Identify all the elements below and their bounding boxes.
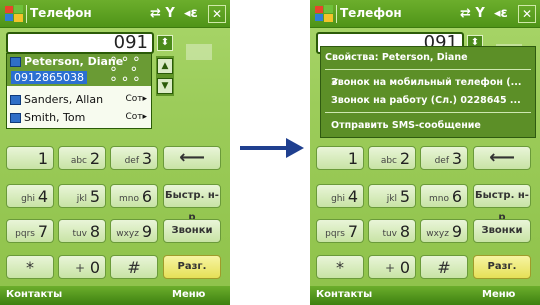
menu-separator [325,112,531,113]
phone-screen-left: Телефон ⇄ Y ◂ε ✕ 091 ⬍ Peterson, Diane 0… [0,0,230,305]
contact-number: 0912865038 [11,71,87,84]
key-0[interactable]: +0 [58,255,106,279]
windows-flag-icon[interactable] [3,3,25,25]
scroll-down-icon[interactable]: ▼ [157,78,173,94]
menu-softkey[interactable]: Меню [172,289,205,300]
contact-card-icon [10,95,21,105]
title-bar: Телефон ⇄ Y ◂ε ✕ [310,0,540,28]
key-1[interactable]: 1 [6,146,54,170]
title-bar: Телефон ⇄ Y ◂ε ✕ [0,0,230,28]
speed-dial-button[interactable]: Быстр. н-р [163,184,221,223]
calls-button[interactable]: Звонки [473,219,531,243]
volume-icon[interactable]: ◂ε [184,6,198,22]
app-title: Телефон [30,6,92,20]
key-9[interactable]: wxyz 9 [110,219,158,243]
signal-icon[interactable]: ⇄ Y [150,6,175,22]
key-6[interactable]: mno 6 [420,184,468,208]
background-decoration [186,44,212,60]
backspace-icon: ⟵ [179,147,205,168]
key-5[interactable]: jkl 5 [368,184,416,208]
right-arrow-head [286,138,304,158]
contact-name: Peterson, Diane [24,55,124,68]
contacts-softkey[interactable]: Контакты [6,289,62,300]
menu-item-properties[interactable]: Свойства: Peterson, Diane [321,50,535,66]
key-4[interactable]: ghi 4 [6,184,54,208]
number-field[interactable]: 091 [6,32,154,54]
volume-icon[interactable]: ◂ε [494,6,508,22]
contact-name: Sanders, Allan [24,93,104,106]
key-8[interactable]: tuv 8 [368,219,416,243]
key-9[interactable]: wxyz 9 [420,219,468,243]
soft-key-bar: Контакты Меню [0,286,230,305]
title-separator [26,5,27,23]
backspace-button[interactable]: ⟵ [163,146,221,170]
key-hash[interactable]: # [420,255,468,279]
key-2[interactable]: abc 2 [368,146,416,170]
contact-name: Smith, Tom [24,111,86,124]
key-4[interactable]: ghi 4 [316,184,364,208]
talk-button[interactable]: Разг. [163,255,221,279]
close-icon[interactable]: ✕ [518,5,536,23]
scroll-up-icon[interactable]: ▲ [157,58,173,74]
key-3[interactable]: def 3 [420,146,468,170]
signal-icon[interactable]: ⇄ Y [460,6,485,22]
key-7[interactable]: pqrs 7 [316,219,364,243]
speed-dial-button[interactable]: Быстр. н-р [473,184,531,223]
backspace-button[interactable]: ⟵ [473,146,531,170]
contact-card-icon [10,113,21,123]
windows-flag-icon[interactable] [313,3,335,25]
key-hash[interactable]: # [110,255,158,279]
contact-type: Сот▸ [125,94,147,104]
key-2[interactable]: abc 2 [58,146,106,170]
key-1[interactable]: 1 [316,146,364,170]
contacts-softkey[interactable]: Контакты [316,289,372,300]
list-item[interactable]: Sanders, Allan Сот▸ [7,92,151,109]
right-arrow-icon [240,146,288,150]
menu-separator [325,69,531,70]
backspace-icon: ⟵ [489,147,515,168]
key-6[interactable]: mno 6 [110,184,158,208]
menu-item-send-sms[interactable]: Отправить SMS-сообщение [321,118,535,134]
key-7[interactable]: pqrs 7 [6,219,54,243]
app-title: Телефон [340,6,402,20]
key-5[interactable]: jkl 5 [58,184,106,208]
scrollbar[interactable]: ▲ ▼ [156,56,174,96]
soft-key-bar: Контакты Меню [310,286,540,305]
talk-button[interactable]: Разг. [473,255,531,279]
calls-button[interactable]: Звонки [163,219,221,243]
contact-type: Сот▸ [125,112,147,122]
phone-screen-right: Телефон ⇄ Y ◂ε ✕ 091 ⬍ Свойства: Peterso… [310,0,540,305]
key-star[interactable]: * [316,255,364,279]
key-0[interactable]: +0 [368,255,416,279]
title-separator [336,5,337,23]
menu-softkey[interactable]: Меню [482,289,515,300]
menu-item-call-mobile[interactable]: ✔ Звонок на мобильный телефон (... [321,75,535,91]
key-3[interactable]: def 3 [110,146,158,170]
busy-spinner-icon: ° ° ° ° ° ° ° ° [110,55,140,91]
key-8[interactable]: tuv 8 [58,219,106,243]
close-icon[interactable]: ✕ [208,5,226,23]
dropdown-toggle-icon[interactable]: ⬍ [157,35,173,51]
context-menu: Свойства: Peterson, Diane ✔ Звонок на моб… [320,46,536,138]
list-item[interactable]: Smith, Tom Сот▸ [7,110,151,127]
menu-item-call-work[interactable]: Звонок на работу (Сл.) 0228645 ... [321,93,535,109]
contact-card-icon [10,57,21,67]
key-star[interactable]: * [6,255,54,279]
